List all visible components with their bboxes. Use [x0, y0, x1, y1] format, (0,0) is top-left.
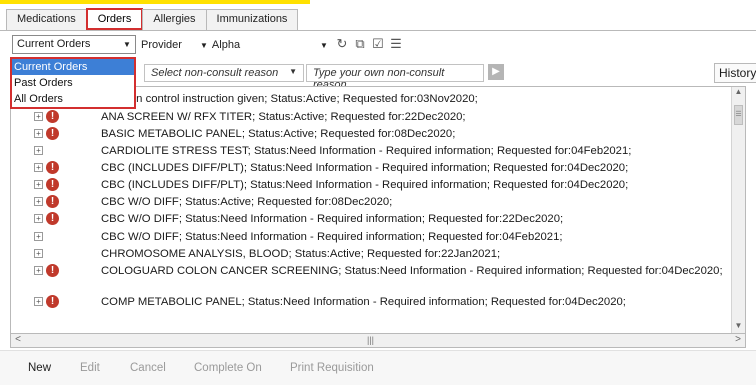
order-text: COMP METABOLIC PANEL; Status:Need Inform… — [101, 296, 626, 308]
expand-icon[interactable]: + — [34, 163, 43, 172]
alpha-filter[interactable]: ▼ Alpha — [200, 39, 240, 51]
scroll-left-icon[interactable]: < — [11, 334, 25, 347]
expand-icon[interactable]: + — [34, 146, 43, 155]
alert-icon: ! — [46, 178, 59, 191]
expand-icon[interactable]: + — [34, 129, 43, 138]
new-button[interactable]: New — [28, 362, 51, 374]
order-view-value: Current Orders — [17, 38, 91, 50]
order-row[interactable]: + CARDIOLITE STRESS TEST; Status:Need Inf… — [11, 145, 727, 159]
alert-icon: ! — [46, 110, 59, 123]
scroll-down-icon[interactable]: ▼ — [732, 321, 745, 333]
orders-list: + Allergen control instruction given; Sta… — [10, 86, 746, 334]
tab-bar: Medications Orders Allergies Immunizatio… — [6, 8, 299, 30]
chevron-down-icon[interactable]: ▼ — [120, 37, 134, 52]
chevron-down-icon: ▼ — [200, 41, 208, 50]
alert-icon: ! — [46, 295, 59, 308]
print-requisition-button[interactable]: Print Requisition — [290, 362, 374, 374]
expand-icon[interactable]: + — [34, 214, 43, 223]
expand-icon[interactable]: + — [34, 112, 43, 121]
alert-icon: ! — [46, 212, 59, 225]
menu-icon[interactable]: ☰ — [388, 36, 404, 52]
sort-dropdown[interactable]: ▼ — [320, 39, 332, 51]
expand-icon[interactable]: + — [34, 232, 43, 241]
complete-on-button[interactable]: Complete On — [194, 362, 262, 374]
order-row[interactable]: +! CBC (INCLUDES DIFF/PLT); Status:Need I… — [11, 178, 727, 193]
option-current-orders[interactable]: Current Orders — [12, 59, 134, 75]
chevron-down-icon: ▼ — [320, 41, 328, 50]
order-row[interactable]: +! CBC W/O DIFF; Status:Need Information … — [11, 212, 727, 227]
order-text: BASIC METABOLIC PANEL; Status:Active; Re… — [101, 128, 456, 140]
order-text: CBC W/O DIFF; Status:Active; Requested f… — [101, 196, 393, 208]
tab-medications[interactable]: Medications — [6, 9, 87, 30]
horizontal-scrollbar[interactable]: < ||| > — [10, 334, 746, 348]
option-all-orders[interactable]: All Orders — [12, 91, 134, 107]
order-view-select[interactable]: Current Orders ▼ — [12, 35, 136, 54]
non-consult-reason-placeholder: Select non-consult reason — [151, 67, 279, 79]
alert-icon: ! — [46, 264, 59, 277]
expand-icon[interactable]: + — [34, 297, 43, 306]
order-text: CHROMOSOME ANALYSIS, BLOOD; Status:Activ… — [101, 248, 501, 260]
order-view-dropdown-list: Current Orders Past Orders All Orders — [10, 57, 136, 109]
order-text: CARDIOLITE STRESS TEST; Status:Need Info… — [101, 145, 632, 157]
expand-icon[interactable]: + — [34, 197, 43, 206]
order-row[interactable]: + CBC W/O DIFF; Status:Need Information -… — [11, 231, 727, 245]
order-row[interactable]: +! CBC W/O DIFF; Status:Active; Requested… — [11, 195, 727, 210]
top-strip — [0, 0, 756, 6]
history-button[interactable]: History — [714, 63, 756, 83]
alert-icon: ! — [46, 161, 59, 174]
yellow-highlight-bar — [0, 0, 310, 4]
non-consult-reason-select[interactable]: Select non-consult reason ▼ — [144, 64, 304, 82]
checklist-icon[interactable]: ☑ — [370, 36, 386, 52]
order-text: ANA SCREEN W/ RFX TITER; Status:Active; … — [101, 111, 466, 123]
next-icon[interactable]: ▶ — [488, 64, 504, 80]
scroll-thumb[interactable]: ☰ — [734, 105, 743, 125]
chevron-down-icon: ▼ — [289, 67, 297, 76]
order-text: CBC (INCLUDES DIFF/PLT); Status:Need Inf… — [101, 162, 629, 174]
order-text: CBC W/O DIFF; Status:Need Information - … — [101, 213, 564, 225]
alert-icon: ! — [46, 195, 59, 208]
refresh-icon[interactable]: ↻ — [334, 36, 350, 52]
tab-immunizations[interactable]: Immunizations — [205, 9, 299, 30]
scroll-right-icon[interactable]: > — [731, 334, 745, 347]
alpha-label: Alpha — [211, 39, 241, 51]
tab-orders[interactable]: Orders — [85, 8, 144, 30]
order-row[interactable]: +! COLOGUARD COLON CANCER SCREENING; Stat… — [11, 264, 727, 293]
order-row[interactable]: +! BASIC METABOLIC PANEL; Status:Active; … — [11, 127, 727, 142]
order-row[interactable]: +! ANA SCREEN W/ RFX TITER; Status:Active… — [11, 110, 727, 125]
cancel-button[interactable]: Cancel — [130, 362, 166, 374]
order-text: Allergen control instruction given; Stat… — [101, 93, 478, 105]
tab-allergies[interactable]: Allergies — [142, 9, 207, 30]
provider-filter[interactable]: Provider — [141, 39, 182, 51]
order-text: CBC (INCLUDES DIFF/PLT); Status:Need Inf… — [101, 179, 629, 191]
order-row[interactable]: +! CBC (INCLUDES DIFF/PLT); Status:Need I… — [11, 161, 727, 176]
expand-icon[interactable]: + — [34, 180, 43, 189]
scroll-grip-icon[interactable]: ||| — [367, 335, 374, 345]
alert-icon: ! — [46, 127, 59, 140]
non-consult-reason-input[interactable]: Type your own non-consult reason — [306, 64, 484, 91]
expand-icon[interactable]: + — [34, 266, 43, 275]
filter-toolbar: Current Orders ▼ Provider ▼ Alpha ▼ ↻ ⧉ ☑… — [0, 31, 756, 59]
expand-icon[interactable]: + — [34, 249, 43, 258]
scroll-up-icon[interactable]: ▲ — [732, 87, 745, 101]
copy-icon[interactable]: ⧉ — [352, 36, 368, 52]
order-row[interactable]: + CHROMOSOME ANALYSIS, BLOOD; Status:Acti… — [11, 248, 727, 262]
action-bar: New Edit Cancel Complete On Print Requis… — [0, 350, 756, 385]
order-text: CBC W/O DIFF; Status:Need Information - … — [101, 231, 563, 243]
order-text: COLOGUARD COLON CANCER SCREENING; Status… — [101, 265, 723, 277]
option-past-orders[interactable]: Past Orders — [12, 75, 134, 91]
provider-label: Provider — [141, 39, 182, 51]
vertical-scrollbar[interactable]: ▲ ☰ ▼ — [731, 87, 745, 333]
order-row[interactable]: +! COMP METABOLIC PANEL; Status:Need Info… — [11, 295, 727, 310]
edit-button[interactable]: Edit — [80, 362, 100, 374]
